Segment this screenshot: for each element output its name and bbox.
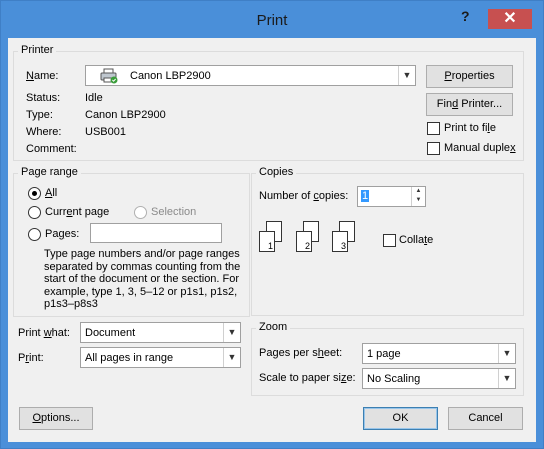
current-page-label: Current page <box>45 206 110 218</box>
manual-duplex-checkbox[interactable] <box>427 142 440 155</box>
status-label: Status: <box>26 92 61 104</box>
collate-page-front-1: 1 <box>259 231 275 252</box>
print-dropdown[interactable]: All pages in range ▼ <box>80 347 241 368</box>
print-value: All pages in range <box>85 352 174 364</box>
all-radio-label: All <box>45 187 58 199</box>
print-what-label: Print what: <box>18 327 70 339</box>
properties-button[interactable]: Properties <box>426 65 513 88</box>
chevron-down-icon: ▼ <box>223 348 240 367</box>
pages-input[interactable] <box>90 223 222 243</box>
spinner-icon[interactable]: ▲ ▼ <box>411 187 425 206</box>
print-to-file-checkbox[interactable] <box>427 122 440 135</box>
help-button[interactable]: ? <box>461 8 470 24</box>
selection-radio[interactable] <box>134 206 147 219</box>
type-value: Canon LBP2900 <box>85 109 166 121</box>
collate-label: Collate <box>399 234 434 246</box>
scale-to-paper-size-dropdown[interactable]: No Scaling ▼ <box>362 368 516 389</box>
ok-button[interactable]: OK <box>363 407 438 430</box>
all-radio[interactable] <box>28 187 41 200</box>
collate-page-front-3: 3 <box>332 231 348 252</box>
type-label: Type: <box>26 109 53 121</box>
page-range-group-label: Page range <box>18 166 81 178</box>
where-label: Where: <box>26 126 62 138</box>
printer-name-value: Canon LBP2900 <box>130 70 211 82</box>
manual-duplex-label: Manual duplex <box>444 142 516 154</box>
print-to-file-label: Print to file <box>444 122 496 134</box>
title-bar: Print ? ✕ <box>1 1 543 37</box>
printer-icon <box>100 68 118 87</box>
pages-per-sheet-label: Pages per sheet: <box>259 347 343 359</box>
page-range-help-text: Type page numbers and/or page ranges sep… <box>44 248 241 310</box>
dialog-body: Printer Name: Canon LBP2900 ▼ Properties… <box>8 38 536 442</box>
pages-label: Pages: <box>45 228 80 240</box>
printer-group-label: Printer <box>18 44 57 56</box>
chevron-down-icon: ▼ <box>398 66 415 85</box>
where-value: USB001 <box>85 126 126 138</box>
chevron-down-icon: ▼ <box>498 344 515 363</box>
print-what-dropdown[interactable]: Document ▼ <box>80 322 241 343</box>
scale-to-paper-size-label: Scale to paper size: <box>259 372 356 384</box>
scale-to-paper-size-value: No Scaling <box>367 373 421 385</box>
find-printer-button[interactable]: Find Printer... <box>426 93 513 116</box>
current-page-radio[interactable] <box>28 206 41 219</box>
cancel-button[interactable]: Cancel <box>448 407 523 430</box>
printer-name-dropdown[interactable]: Canon LBP2900 ▼ <box>85 65 416 86</box>
status-value: Idle <box>85 92 103 104</box>
print-label: Print: <box>18 352 44 364</box>
pages-radio[interactable] <box>28 228 41 241</box>
collate-checkbox[interactable] <box>383 234 396 247</box>
close-button[interactable]: ✕ <box>488 9 532 29</box>
pages-per-sheet-dropdown[interactable]: 1 page ▼ <box>362 343 516 364</box>
copies-value: 1 <box>361 190 370 202</box>
collate-page-front-2: 2 <box>296 231 312 252</box>
copies-spinner[interactable]: 1 ▲ ▼ <box>357 186 426 207</box>
zoom-group-label: Zoom <box>256 321 291 333</box>
chevron-down-icon: ▼ <box>223 323 240 342</box>
printer-name-label: Name: <box>26 70 59 82</box>
pages-per-sheet-value: 1 page <box>367 348 401 360</box>
chevron-down-icon: ▼ <box>498 369 515 388</box>
number-of-copies-label: Number of copies: <box>259 190 349 202</box>
comment-label: Comment: <box>26 143 77 155</box>
print-dialog: Print ? ✕ Printer Name: Canon LBP2900 ▼ … <box>0 0 544 449</box>
selection-label: Selection <box>151 206 197 218</box>
options-button[interactable]: Options... <box>19 407 93 430</box>
print-what-value: Document <box>85 327 136 339</box>
copies-group-label: Copies <box>256 166 297 178</box>
